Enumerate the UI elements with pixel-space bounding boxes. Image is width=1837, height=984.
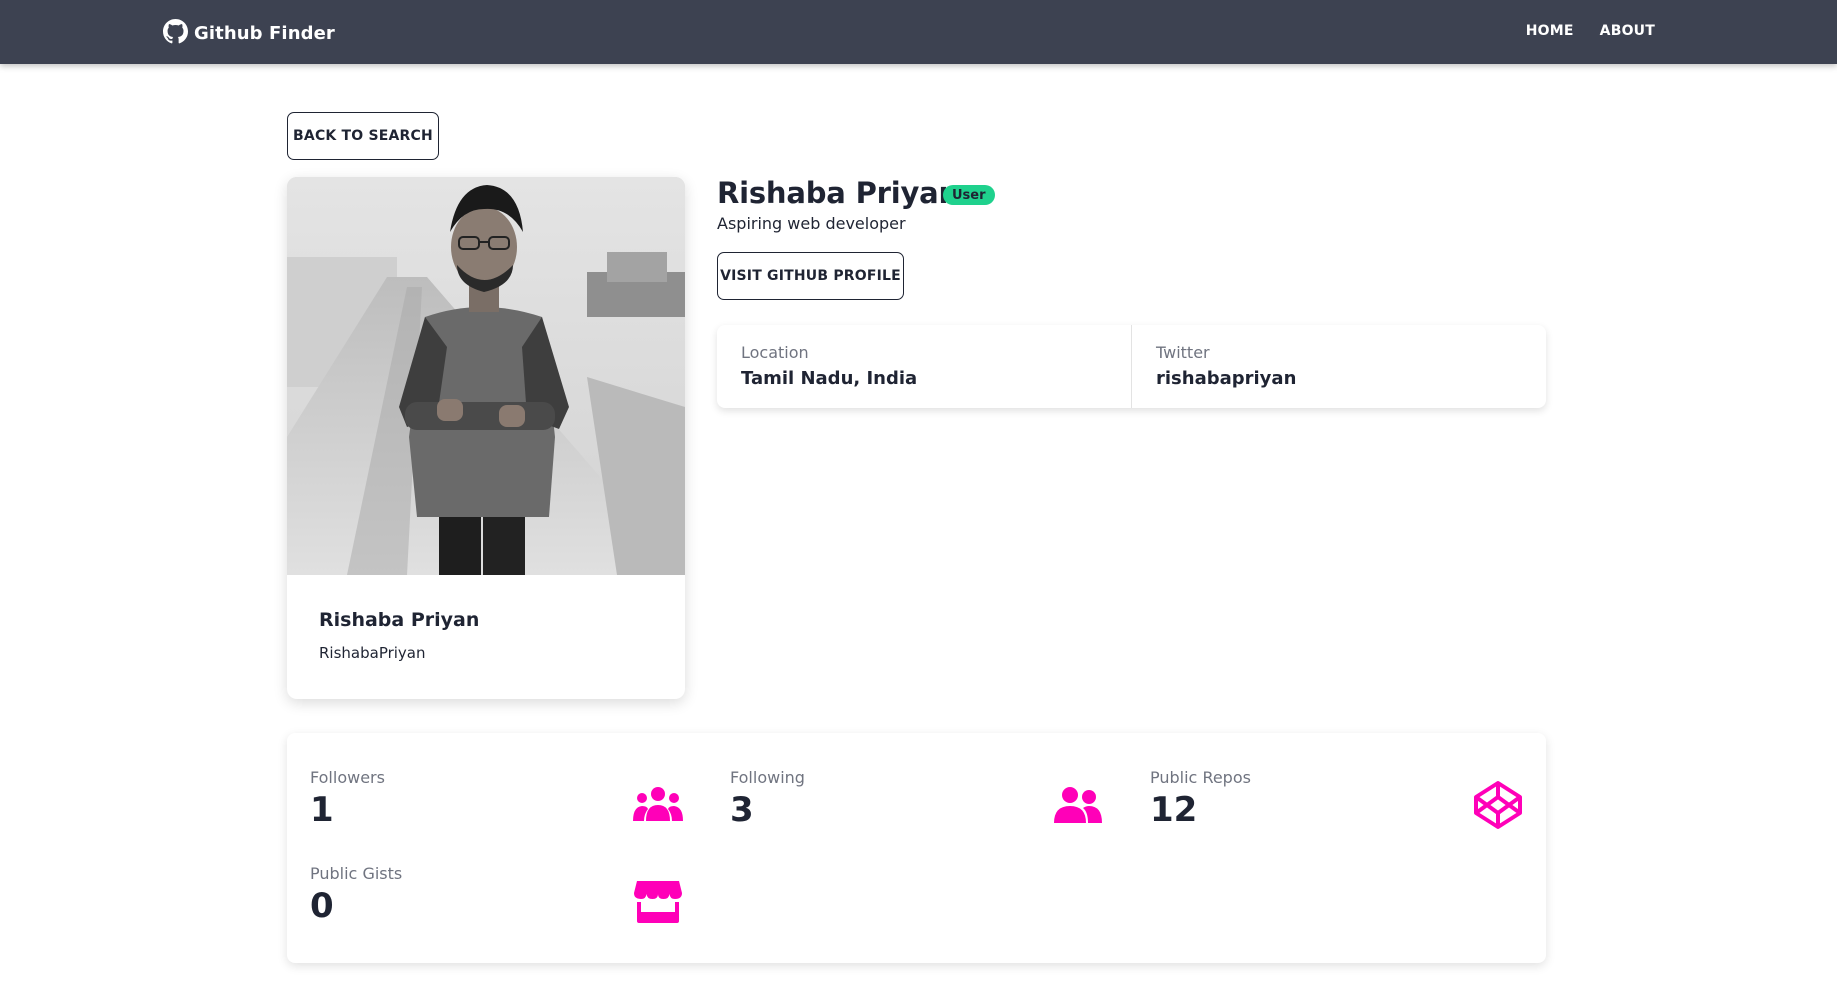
info-box: Location Tamil Nadu, India Twitter risha… [717,325,1546,408]
location-cell: Location Tamil Nadu, India [717,325,1131,408]
followers-label: Followers [310,768,385,787]
nav-links: HOME ABOUT [1526,23,1655,39]
profile-card: Rishaba Priyan RishabaPriyan [287,177,685,699]
stat-public-gists: Public Gists 0 [287,829,687,926]
following-label: Following [730,768,805,787]
twitter-label: Twitter [1156,343,1210,362]
brand-link[interactable]: Github Finder [163,19,335,48]
stats-panel: Followers 1 Following 3 Public Repos 12 [287,733,1546,963]
location-value: Tamil Nadu, India [741,368,918,389]
stat-public-repos: Public Repos 12 [1127,733,1527,830]
avatar-photo [287,177,685,575]
github-icon [163,19,188,48]
store-icon [632,877,684,925]
followers-value: 1 [310,790,334,830]
user-bio: Aspiring web developer [717,214,906,233]
nav-home-link[interactable]: HOME [1526,23,1574,39]
nav-about-link[interactable]: ABOUT [1600,23,1655,39]
users-icon [632,781,684,829]
card-user-name: Rishaba Priyan [319,609,480,631]
following-value: 3 [730,790,754,830]
visit-github-profile-button[interactable]: VISIT GITHUB PROFILE [717,252,904,300]
card-user-login: RishabaPriyan [319,644,426,662]
location-label: Location [741,343,809,362]
codepen-icon [1472,781,1524,829]
stat-followers: Followers 1 [287,733,687,830]
stat-following: Following 3 [707,733,1107,830]
page-title: Rishaba Priyan [717,176,959,210]
public-repos-label: Public Repos [1150,768,1251,787]
twitter-cell: Twitter rishabapriyan [1131,325,1546,408]
twitter-link[interactable]: rishabapriyan [1156,368,1522,389]
public-repos-value: 12 [1150,790,1198,830]
brand-title: Github Finder [194,23,335,44]
navbar: Github Finder HOME ABOUT [0,0,1837,64]
avatar [287,177,685,575]
back-to-search-button[interactable]: BACK TO SEARCH [287,112,439,160]
user-type-badge: User [943,185,995,205]
public-gists-label: Public Gists [310,864,403,883]
user-friends-icon [1052,781,1104,829]
public-gists-value: 0 [310,886,334,926]
